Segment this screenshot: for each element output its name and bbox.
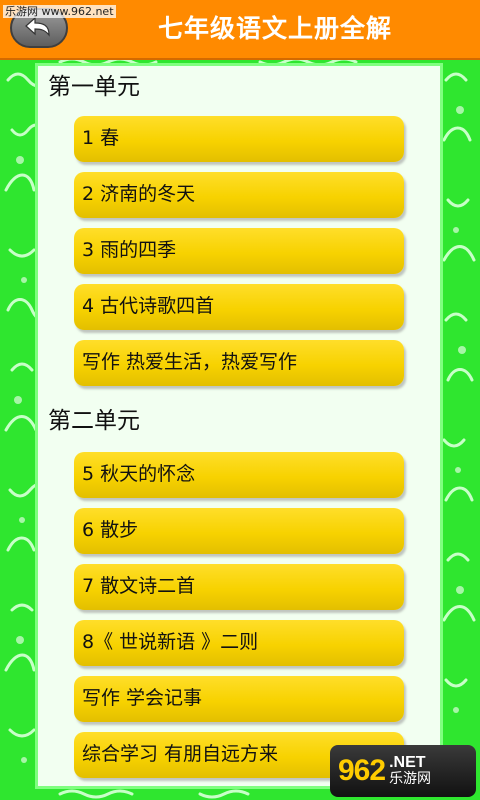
lesson-item[interactable]: 写作 热爱生活，热爱写作 [74,340,404,386]
lesson-item[interactable]: 6 散步 [74,508,404,554]
logo-name: 乐游网 [389,771,432,787]
lesson-item[interactable]: 8《 世说新语 》二则 [74,620,404,666]
lesson-item[interactable]: 写作 学会记事 [74,676,404,722]
lesson-item[interactable]: 7 散文诗二首 [74,564,404,610]
lesson-item[interactable]: 3 雨的四季 [74,228,404,274]
lesson-item[interactable]: 4 古代诗歌四首 [74,284,404,330]
logo-domain: .NET [389,754,426,771]
lesson-item[interactable]: 1 春 [74,116,404,162]
page-title: 七年级语文上册全解 [157,14,392,43]
logo-number: 962 [338,754,386,787]
lesson-item[interactable]: 5 秋天的怀念 [74,452,404,498]
app-bar: 乐游网 www.962.net 七年级语文上册全解 [0,0,480,60]
unit-1-heading: 第一单元 [48,74,140,100]
unit-2-heading: 第二单元 [48,408,140,434]
lesson-item[interactable]: 2 济南的冬天 [74,172,404,218]
back-arrow-icon [25,16,50,37]
lesson-list-panel[interactable]: 第一单元 1 春 2 济南的冬天 3 雨的四季 4 古代诗歌四首 写作 热爱生活… [38,66,440,786]
site-logo: 962 .NET 乐游网 [330,745,476,797]
